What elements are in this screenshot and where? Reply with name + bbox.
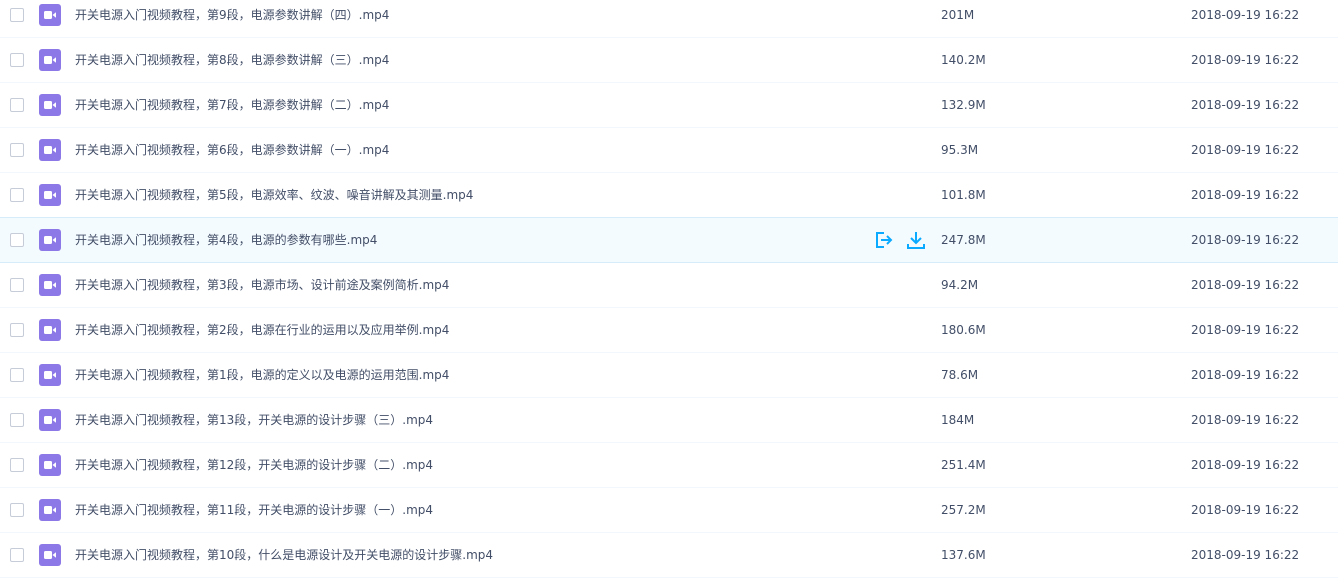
row-checkbox[interactable]	[10, 8, 24, 22]
file-size: 101.8M	[941, 188, 986, 202]
file-name[interactable]: 开关电源入门视频教程，第13段，开关电源的设计步骤（三）.mp4	[75, 398, 433, 442]
file-row[interactable]: 开关电源入门视频教程，第10段，什么是电源设计及开关电源的设计步骤.mp4 13…	[0, 533, 1338, 578]
file-row[interactable]: 开关电源入门视频教程，第9段，电源参数讲解（四）.mp4 201M 2018-0…	[0, 0, 1338, 38]
file-row[interactable]: 开关电源入门视频教程，第7段，电源参数讲解（二）.mp4 132.9M 2018…	[0, 83, 1338, 128]
video-icon	[39, 319, 61, 341]
file-modified-time: 2018-09-19 16:22	[1191, 368, 1300, 382]
row-checkbox[interactable]	[10, 368, 24, 382]
file-modified-time: 2018-09-19 16:22	[1191, 413, 1300, 427]
row-checkbox[interactable]	[10, 98, 24, 112]
file-size: 137.6M	[941, 548, 986, 562]
file-name[interactable]: 开关电源入门视频教程，第12段，开关电源的设计步骤（二）.mp4	[75, 443, 433, 487]
video-icon	[39, 49, 61, 71]
video-icon	[39, 4, 61, 26]
video-icon	[39, 499, 61, 521]
row-checkbox[interactable]	[10, 413, 24, 427]
file-modified-time: 2018-09-19 16:22	[1191, 98, 1300, 112]
file-row[interactable]: 开关电源入门视频教程，第11段，开关电源的设计步骤（一）.mp4 257.2M …	[0, 488, 1338, 533]
file-size: 94.2M	[941, 278, 979, 292]
row-checkbox[interactable]	[10, 53, 24, 67]
video-icon	[39, 139, 61, 161]
video-icon	[39, 454, 61, 476]
file-name[interactable]: 开关电源入门视频教程，第6段，电源参数讲解（一）.mp4	[75, 128, 389, 172]
video-icon	[39, 229, 61, 251]
file-size: 251.4M	[941, 458, 986, 472]
file-modified-time: 2018-09-19 16:22	[1191, 53, 1300, 67]
row-checkbox[interactable]	[10, 458, 24, 472]
file-modified-time: 2018-09-19 16:22	[1191, 143, 1300, 157]
row-checkbox[interactable]	[10, 323, 24, 337]
file-name[interactable]: 开关电源入门视频教程，第1段，电源的定义以及电源的运用范围.mp4	[75, 353, 449, 397]
row-checkbox[interactable]	[10, 278, 24, 292]
row-checkbox[interactable]	[10, 143, 24, 157]
file-name[interactable]: 开关电源入门视频教程，第3段，电源市场、设计前途及案例简析.mp4	[75, 263, 449, 307]
file-modified-time: 2018-09-19 16:22	[1191, 548, 1300, 562]
share-icon[interactable]	[873, 230, 895, 250]
video-icon	[39, 409, 61, 431]
file-size: 257.2M	[941, 503, 986, 517]
video-icon	[39, 364, 61, 386]
file-list: 开关电源入门视频教程，第9段，电源参数讲解（四）.mp4 201M 2018-0…	[0, 0, 1338, 578]
file-name[interactable]: 开关电源入门视频教程，第7段，电源参数讲解（二）.mp4	[75, 83, 389, 127]
file-name[interactable]: 开关电源入门视频教程，第9段，电源参数讲解（四）.mp4	[75, 0, 389, 37]
file-name[interactable]: 开关电源入门视频教程，第4段，电源的参数有哪些.mp4	[75, 218, 377, 262]
file-name[interactable]: 开关电源入门视频教程，第10段，什么是电源设计及开关电源的设计步骤.mp4	[75, 533, 493, 577]
file-modified-time: 2018-09-19 16:22	[1191, 233, 1300, 247]
video-icon	[39, 274, 61, 296]
file-row[interactable]: 开关电源入门视频教程，第4段，电源的参数有哪些.mp4 247.8M 2018-…	[0, 217, 1338, 263]
file-row[interactable]: 开关电源入门视频教程，第8段，电源参数讲解（三）.mp4 140.2M 2018…	[0, 38, 1338, 83]
file-size: 247.8M	[941, 233, 986, 247]
file-size: 140.2M	[941, 53, 986, 67]
file-row[interactable]: 开关电源入门视频教程，第1段，电源的定义以及电源的运用范围.mp4 78.6M …	[0, 353, 1338, 398]
file-size: 132.9M	[941, 98, 986, 112]
video-icon	[39, 94, 61, 116]
file-name[interactable]: 开关电源入门视频教程，第8段，电源参数讲解（三）.mp4	[75, 38, 389, 82]
file-row[interactable]: 开关电源入门视频教程，第6段，电源参数讲解（一）.mp4 95.3M 2018-…	[0, 128, 1338, 173]
file-row[interactable]: 开关电源入门视频教程，第2段，电源在行业的运用以及应用举例.mp4 180.6M…	[0, 308, 1338, 353]
file-name[interactable]: 开关电源入门视频教程，第2段，电源在行业的运用以及应用举例.mp4	[75, 308, 449, 352]
video-icon	[39, 184, 61, 206]
file-modified-time: 2018-09-19 16:22	[1191, 503, 1300, 517]
file-size: 184M	[941, 413, 975, 427]
file-size: 95.3M	[941, 143, 979, 157]
row-checkbox[interactable]	[10, 548, 24, 562]
file-size: 78.6M	[941, 368, 979, 382]
file-row[interactable]: 开关电源入门视频教程，第13段，开关电源的设计步骤（三）.mp4 184M 20…	[0, 398, 1338, 443]
file-row[interactable]: 开关电源入门视频教程，第5段，电源效率、纹波、噪音讲解及其测量.mp4 101.…	[0, 173, 1338, 218]
row-checkbox[interactable]	[10, 188, 24, 202]
file-row[interactable]: 开关电源入门视频教程，第12段，开关电源的设计步骤（二）.mp4 251.4M …	[0, 443, 1338, 488]
download-icon[interactable]	[906, 230, 928, 250]
file-name[interactable]: 开关电源入门视频教程，第5段，电源效率、纹波、噪音讲解及其测量.mp4	[75, 173, 473, 217]
file-name[interactable]: 开关电源入门视频教程，第11段，开关电源的设计步骤（一）.mp4	[75, 488, 433, 532]
file-modified-time: 2018-09-19 16:22	[1191, 278, 1300, 292]
file-row[interactable]: 开关电源入门视频教程，第3段，电源市场、设计前途及案例简析.mp4 94.2M …	[0, 263, 1338, 308]
file-modified-time: 2018-09-19 16:22	[1191, 323, 1300, 337]
file-modified-time: 2018-09-19 16:22	[1191, 188, 1300, 202]
row-checkbox[interactable]	[10, 503, 24, 517]
file-size: 201M	[941, 8, 975, 22]
file-modified-time: 2018-09-19 16:22	[1191, 458, 1300, 472]
file-size: 180.6M	[941, 323, 986, 337]
video-icon	[39, 544, 61, 566]
file-modified-time: 2018-09-19 16:22	[1191, 8, 1300, 22]
row-checkbox[interactable]	[10, 233, 24, 247]
